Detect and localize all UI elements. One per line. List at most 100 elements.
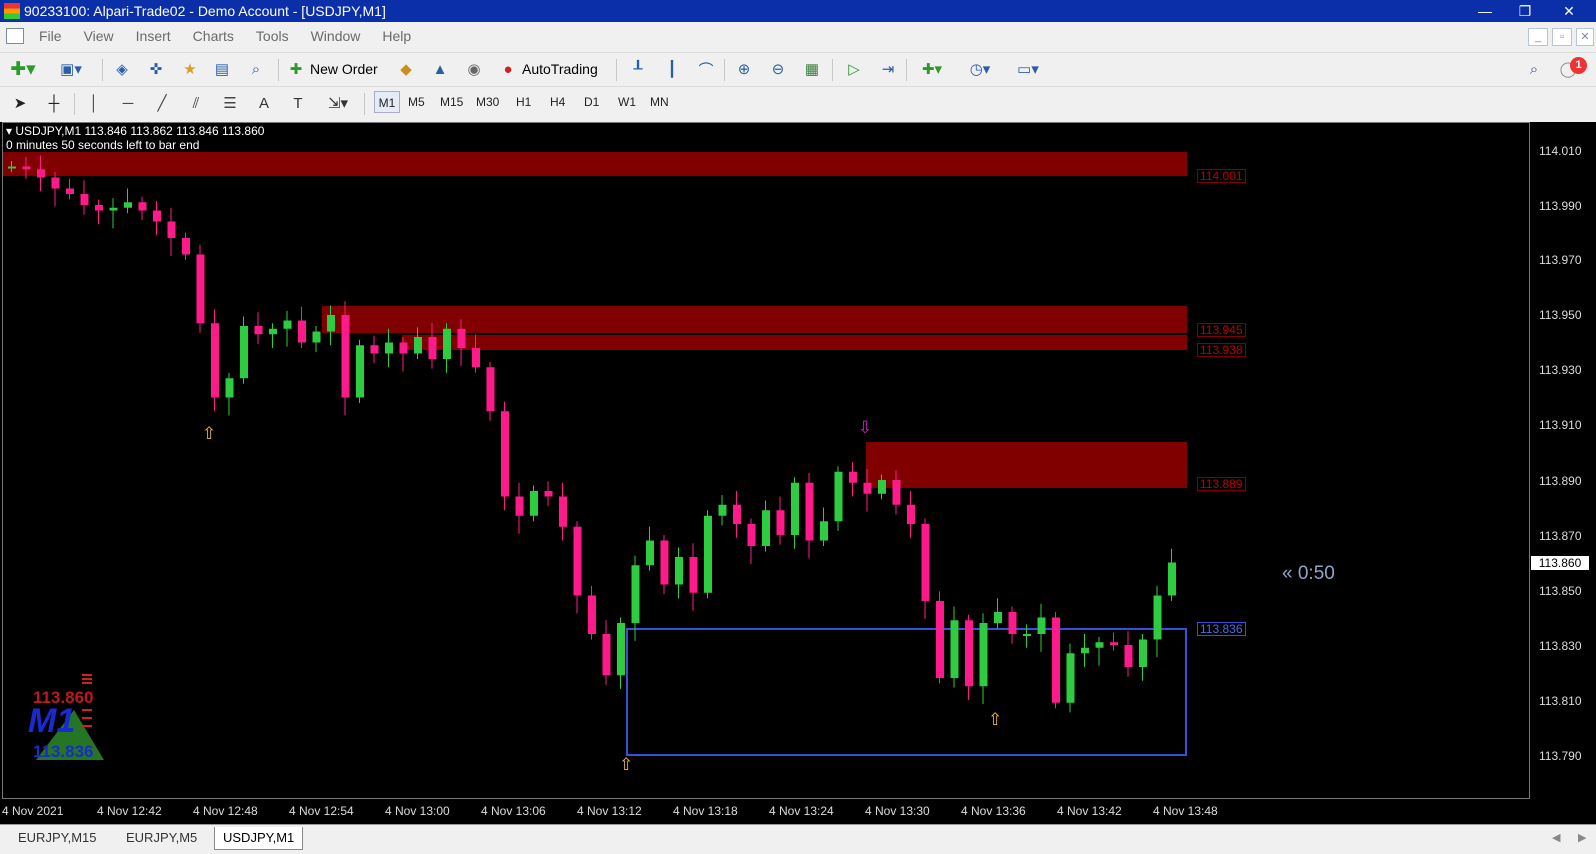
new-order-icon[interactable]: ✚ <box>286 57 306 81</box>
time-label: 4 Nov 13:12 <box>577 804 642 818</box>
timeframe-m5[interactable]: M5 <box>408 95 425 109</box>
buy-arrow-icon: ⇧ <box>988 710 1003 729</box>
timeframe-m30[interactable]: M30 <box>476 95 499 109</box>
menu-insert[interactable]: Insert <box>125 28 182 44</box>
timeframe-m15[interactable]: M15 <box>440 95 463 109</box>
timeframe-d1[interactable]: D1 <box>584 95 599 109</box>
candle-body <box>66 188 74 194</box>
candle-body <box>805 482 814 541</box>
equidistant-channel-icon[interactable]: ⫽ <box>184 91 208 115</box>
mdi-restore-button[interactable]: ▫ <box>1552 28 1572 46</box>
candle-body <box>849 471 857 483</box>
notification-badge: 1 <box>1570 57 1587 74</box>
signals-icon[interactable]: ▲ <box>428 57 452 81</box>
fibonacci-icon[interactable]: ☰ <box>218 91 242 115</box>
text-icon[interactable]: A <box>252 91 276 115</box>
candle-body <box>718 504 727 516</box>
menu-view[interactable]: View <box>73 28 125 44</box>
time-label: 4 Nov 13:06 <box>481 804 546 818</box>
candle-body <box>1153 595 1162 640</box>
new-chart-icon[interactable]: ✚▾ <box>8 57 38 81</box>
menu-tools[interactable]: Tools <box>245 28 300 44</box>
data-window-icon[interactable]: ✜ <box>144 57 168 81</box>
candle-body <box>820 521 828 541</box>
terminal-icon[interactable]: ▤ <box>210 57 234 81</box>
candle-body <box>109 207 118 211</box>
candle-body <box>762 510 770 546</box>
buy-arrow-icon: ⇧ <box>619 755 634 774</box>
tab-scroll-right-icon[interactable]: ▶ <box>1578 831 1586 844</box>
candle-body <box>617 623 625 676</box>
mdi-minimize-button[interactable]: _ <box>1528 28 1548 46</box>
horizontal-line-icon[interactable]: ─ <box>116 91 140 115</box>
menu-file[interactable]: File <box>28 28 73 44</box>
candle-body <box>936 601 944 678</box>
candle-body <box>312 331 321 343</box>
autotrading-button[interactable]: AutoTrading <box>522 57 598 81</box>
price-level: 113.870 <box>1539 529 1582 543</box>
timeframe-h4[interactable]: H4 <box>550 95 565 109</box>
menu-window[interactable]: Window <box>300 28 372 44</box>
autotrading-icon[interactable]: ● <box>496 57 520 81</box>
market-watch-icon[interactable]: ◈ <box>110 57 134 81</box>
vps-icon[interactable]: ◉ <box>462 57 486 81</box>
sell-arrow-icon: ⇩ <box>858 418 873 437</box>
candle-body <box>428 337 437 359</box>
menu-help[interactable]: Help <box>371 28 422 44</box>
cursor-icon[interactable]: ➤ <box>8 91 32 115</box>
close-button[interactable]: ✕ <box>1548 0 1590 22</box>
chart-window[interactable]: 114.001 113.945 113.938 113.889 113.836 … <box>0 122 1596 824</box>
candle-body <box>530 491 538 516</box>
tile-windows-icon[interactable]: ▦ <box>800 57 824 81</box>
tab-scroll-left-icon[interactable]: ◀ <box>1552 831 1560 844</box>
time-label: 4 Nov 13:24 <box>769 804 834 818</box>
menu-charts[interactable]: Charts <box>182 28 245 44</box>
candle-body <box>863 482 872 494</box>
price-level: 113.890 <box>1539 474 1582 488</box>
new-order-button[interactable]: New Order <box>310 57 378 81</box>
line-chart-icon[interactable]: ⌒ <box>694 57 718 81</box>
timeframe-w1[interactable]: W1 <box>618 95 636 109</box>
metaeditor-icon[interactable]: ◆ <box>394 57 418 81</box>
zoom-in-icon[interactable]: ⊕ <box>732 57 756 81</box>
candle-body <box>544 491 553 497</box>
auto-scroll-icon[interactable]: ▷ <box>842 57 866 81</box>
candle-body <box>704 515 712 593</box>
candle-body <box>1095 642 1104 648</box>
candle-body <box>240 326 248 379</box>
zoom-out-icon[interactable]: ⊖ <box>766 57 790 81</box>
timeframe-m1[interactable]: M1 <box>374 91 400 113</box>
window-title: 90233100: Alpari-Trade02 - Demo Account … <box>24 3 386 19</box>
minimize-button[interactable]: — <box>1468 0 1502 22</box>
tab-eurjpy-m15[interactable]: EURJPY,M15 <box>10 827 105 849</box>
text-label-icon[interactable]: T <box>286 91 310 115</box>
crosshair-icon[interactable]: ┼ <box>42 91 66 115</box>
timeframe-h1[interactable]: H1 <box>516 95 531 109</box>
strategy-tester-icon[interactable]: ⌕ <box>244 57 268 81</box>
search-icon[interactable]: ⌕ <box>1524 57 1544 81</box>
arrows-icon[interactable]: ⇲▾ <box>320 91 356 115</box>
navigator-icon[interactable]: ★ <box>178 57 202 81</box>
candle-body <box>167 221 176 238</box>
time-label: 4 Nov 12:42 <box>97 804 162 818</box>
periods-icon[interactable]: ◷▾ <box>962 57 998 81</box>
tab-eurjpy-m5[interactable]: EURJPY,M5 <box>118 827 205 849</box>
price-scale[interactable]: 114.010 113.990 113.970 113.950 113.930 … <box>1531 122 1596 799</box>
candle-body <box>443 328 451 359</box>
indicators-icon[interactable]: ✚▾ <box>914 57 950 81</box>
vertical-line-icon[interactable]: │ <box>84 91 104 115</box>
candle-body <box>341 315 350 398</box>
restore-button[interactable]: ❐ <box>1508 0 1542 22</box>
trendline-icon[interactable]: ╱ <box>150 91 174 115</box>
candle-body <box>51 177 60 189</box>
bar-chart-icon[interactable]: ┸ <box>626 57 650 81</box>
chart-shift-icon[interactable]: ⇥ <box>876 57 900 81</box>
standard-toolbar: ✚▾ ▣▾ ◈ ✜ ★ ▤ ⌕ ✚ New Order ◆ ▲ ◉ ● Auto… <box>0 52 1596 85</box>
profiles-icon[interactable]: ▣▾ <box>54 57 88 81</box>
mdi-close-button[interactable]: ✕ <box>1576 28 1594 46</box>
candlestick-icon[interactable]: ┃ <box>660 57 684 81</box>
timeframe-mn[interactable]: MN <box>650 95 669 109</box>
candle-body <box>254 326 263 335</box>
templates-icon[interactable]: ▭▾ <box>1010 57 1046 81</box>
tab-usdjpy-m1[interactable]: USDJPY,M1 <box>214 827 304 850</box>
